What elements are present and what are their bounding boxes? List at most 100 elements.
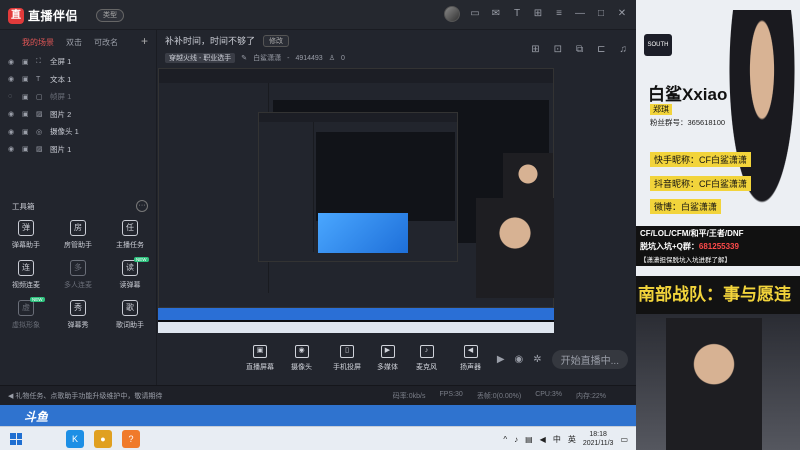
tool-danmu-assistant[interactable]: 弹 弹幕助手: [0, 220, 52, 250]
eye-icon[interactable]: ◉: [8, 58, 18, 66]
stream-preview[interactable]: [158, 68, 554, 333]
frame-icon: ▢: [36, 93, 43, 101]
settings-icon[interactable]: ≡: [553, 8, 565, 20]
layer-label: 图片 1: [50, 144, 72, 154]
nested-titlebar: [259, 113, 457, 122]
status-message: ◀ 礼物任务、点歌助手功能升级维护中，敬请期待: [0, 391, 393, 401]
chat-icon[interactable]: ▭: [469, 8, 481, 20]
link-icon[interactable]: ⊏: [597, 44, 605, 55]
lock-icon[interactable]: ▣: [22, 145, 32, 153]
eye-hidden-icon[interactable]: ◌: [8, 93, 18, 100]
start-stream-button[interactable]: 开始直播中...: [551, 350, 628, 369]
app-logo: 直 直播伴侣: [8, 7, 78, 24]
tool-host-tasks[interactable]: 任 主播任务: [104, 220, 156, 250]
layer-item[interactable]: ◌ ▣ ▢ 帧屏 1: [0, 88, 156, 106]
edit-title-button[interactable]: 修改: [263, 34, 290, 47]
tool-multi-link[interactable]: 多 多人连麦: [52, 260, 104, 290]
media-icon: ▶: [380, 345, 395, 358]
layer-item[interactable]: ◉ ▣ ▨ 图片 1: [0, 141, 156, 159]
tool-lyrics-assistant[interactable]: 歌 歌词助手: [104, 300, 156, 330]
tab-my-scene[interactable]: 我的场景: [22, 37, 54, 50]
media-button[interactable]: ▶ 多媒体: [377, 345, 398, 372]
toolbar-label: 麦克风: [416, 364, 437, 371]
maximize-icon[interactable]: □: [595, 8, 607, 20]
scene-tabs: 我的场景 双击 可改名 +: [0, 30, 156, 50]
tab-rename[interactable]: 可改名: [94, 37, 118, 50]
tool-virtual-avatar[interactable]: NEW 虚 虚拟形象: [0, 297, 52, 330]
volume-icon[interactable]: ◀: [540, 435, 546, 444]
category-button[interactable]: 类型: [96, 9, 124, 22]
fan-group: 粉丝群号：365618100: [650, 118, 726, 127]
minimize-icon[interactable]: —: [574, 8, 586, 20]
eye-icon[interactable]: ◉: [8, 110, 18, 118]
lock-icon[interactable]: ▣: [22, 128, 32, 136]
windows-start-icon[interactable]: [10, 433, 22, 445]
preview-icon[interactable]: ◉: [515, 354, 524, 365]
toolbox-header: 工具箱 ···: [12, 200, 148, 212]
eye-icon[interactable]: ◉: [8, 75, 18, 83]
layer-item[interactable]: ◉ ▣ ◎ 摄像头 1: [0, 123, 156, 141]
layer-item[interactable]: ◉ ▣ ⛶ 全屏 1: [0, 53, 156, 71]
tool-video-link[interactable]: 连 视频连麦: [0, 260, 52, 290]
close-icon[interactable]: ✕: [616, 8, 628, 20]
help-app-icon[interactable]: ?: [122, 430, 140, 448]
lock-icon[interactable]: ▣: [22, 110, 32, 118]
avatar-icon: 虚: [18, 300, 34, 316]
game-app-icon[interactable]: ●: [94, 430, 112, 448]
copy-icon[interactable]: ⧉: [576, 44, 583, 55]
webcam-feed: [636, 314, 800, 450]
user-avatar[interactable]: [444, 6, 460, 22]
add-scene-button[interactable]: +: [141, 34, 148, 48]
tool-label: 歌词助手: [116, 322, 144, 329]
games-list: CF/LOL/CFM/和平/王者/DNF: [640, 229, 744, 238]
nested-left-panel: [159, 83, 270, 293]
layer-item[interactable]: ◉ ▣ T 文本 1: [0, 71, 156, 89]
ime-zh[interactable]: 中: [553, 434, 561, 445]
windows-taskbar: K ● ? ^ ♪ ▤ ◀ 中 英 18:18 2021/11/3 ▭: [0, 426, 636, 450]
tool-room-manager[interactable]: 房 房管助手: [52, 220, 104, 250]
eye-icon[interactable]: ◉: [8, 145, 18, 153]
microphone-icon[interactable]: ♪: [514, 435, 518, 444]
tool-read-danmu[interactable]: NEW 读 读弹幕: [104, 257, 156, 290]
tray-expand-icon[interactable]: ^: [503, 435, 507, 444]
screen-capture-button[interactable]: ▣ 直播屏幕: [246, 345, 274, 372]
notification-icon[interactable]: ▭: [620, 435, 628, 444]
lock-icon[interactable]: ▣: [22, 93, 32, 101]
ime-en[interactable]: 英: [568, 434, 576, 445]
phone-cast-button[interactable]: ▯ 手机投屏: [333, 345, 361, 372]
tool-danmu-show[interactable]: 秀 弹幕秀: [52, 300, 104, 330]
eye-icon[interactable]: ◉: [8, 128, 18, 136]
mail-icon[interactable]: ✉: [490, 8, 502, 20]
lock-icon[interactable]: ⊡: [554, 44, 562, 55]
lock-icon[interactable]: ▣: [22, 75, 32, 83]
pencil-icon[interactable]: ✎: [241, 54, 247, 62]
category-badge[interactable]: 穿越火线 - 职业选手: [165, 53, 236, 63]
douyu-banner: 斗鱼: [0, 405, 636, 426]
promo-note: 【潇潇担保脱坑入坑进群了解】: [640, 257, 731, 264]
window-controls: ▭ ✉ T ⊞ ≡ — □ ✕: [444, 6, 628, 22]
nested-douyu-strip: [158, 308, 554, 320]
streamer-face: [666, 318, 762, 450]
layer-item[interactable]: ◉ ▣ ▨ 图片 2: [0, 106, 156, 124]
settings-icon[interactable]: ✲: [533, 354, 541, 365]
speaker-button[interactable]: ◀ 扬声器: [460, 345, 481, 372]
camera-button[interactable]: ◉ 摄像头: [291, 345, 312, 372]
tab-double-click[interactable]: 双击: [66, 37, 82, 50]
grid-icon[interactable]: ⊞: [532, 8, 544, 20]
microphone-button[interactable]: ♪ 麦克风: [416, 345, 437, 372]
share-icon[interactable]: ⊞: [531, 44, 539, 55]
lock-icon[interactable]: ▣: [22, 58, 32, 66]
bell-icon[interactable]: ♫: [620, 44, 628, 55]
viewer-icon: ♙: [328, 55, 335, 62]
clock[interactable]: 18:18 2021/11/3: [583, 430, 614, 448]
stream-stats: 码率:0kb/s FPS:30 丢帧:0(0.00%) CPU:3% 内存:22…: [393, 391, 636, 401]
new-badge: NEW: [134, 257, 149, 262]
system-tray: ^ ♪ ▤ ◀ 中 英 18:18 2021/11/3 ▭: [503, 430, 628, 448]
record-icon[interactable]: ▶: [497, 354, 505, 365]
shirt-icon[interactable]: T: [511, 8, 523, 20]
kugou-app-icon[interactable]: K: [66, 430, 84, 448]
douyu-logo: 斗鱼: [24, 410, 49, 424]
more-icon[interactable]: ···: [136, 200, 148, 212]
network-icon[interactable]: ▤: [525, 435, 533, 444]
cpu-stat: CPU:3%: [535, 390, 563, 398]
